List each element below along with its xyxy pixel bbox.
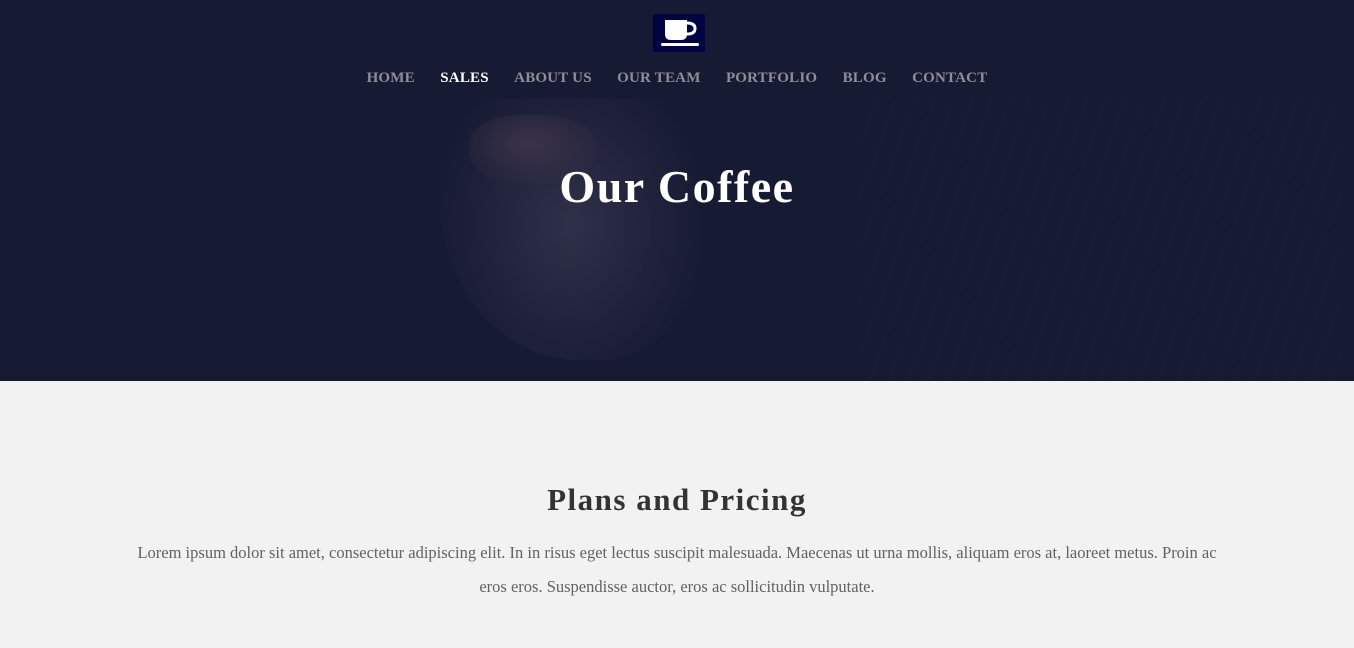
pricing-section: Plans and Pricing Lorem ipsum dolor sit …	[0, 381, 1354, 648]
nav-item-contact[interactable]: CONTACT	[912, 70, 987, 87]
hero-title: Our Coffee	[559, 161, 795, 212]
coffee-cup-icon	[661, 20, 699, 46]
nav-item-portfolio[interactable]: PORTFOLIO	[726, 70, 817, 87]
pricing-title: Plans and Pricing	[547, 482, 807, 517]
nav-item-our-team[interactable]: OUR TEAM	[617, 70, 700, 87]
main-nav: HOME SALES ABOUT US OUR TEAM PORTFOLIO B…	[0, 70, 1354, 87]
pricing-description: Lorem ipsum dolor sit amet, consectetur …	[137, 543, 1217, 596]
nav-item-sales[interactable]: SALES	[440, 70, 489, 87]
logo[interactable]	[653, 14, 705, 52]
nav-item-home[interactable]: HOME	[367, 70, 415, 87]
nav-item-about-us[interactable]: ABOUT US	[514, 70, 592, 87]
hero-section: HOME SALES ABOUT US OUR TEAM PORTFOLIO B…	[0, 0, 1354, 381]
nav-item-blog[interactable]: BLOG	[843, 70, 887, 87]
